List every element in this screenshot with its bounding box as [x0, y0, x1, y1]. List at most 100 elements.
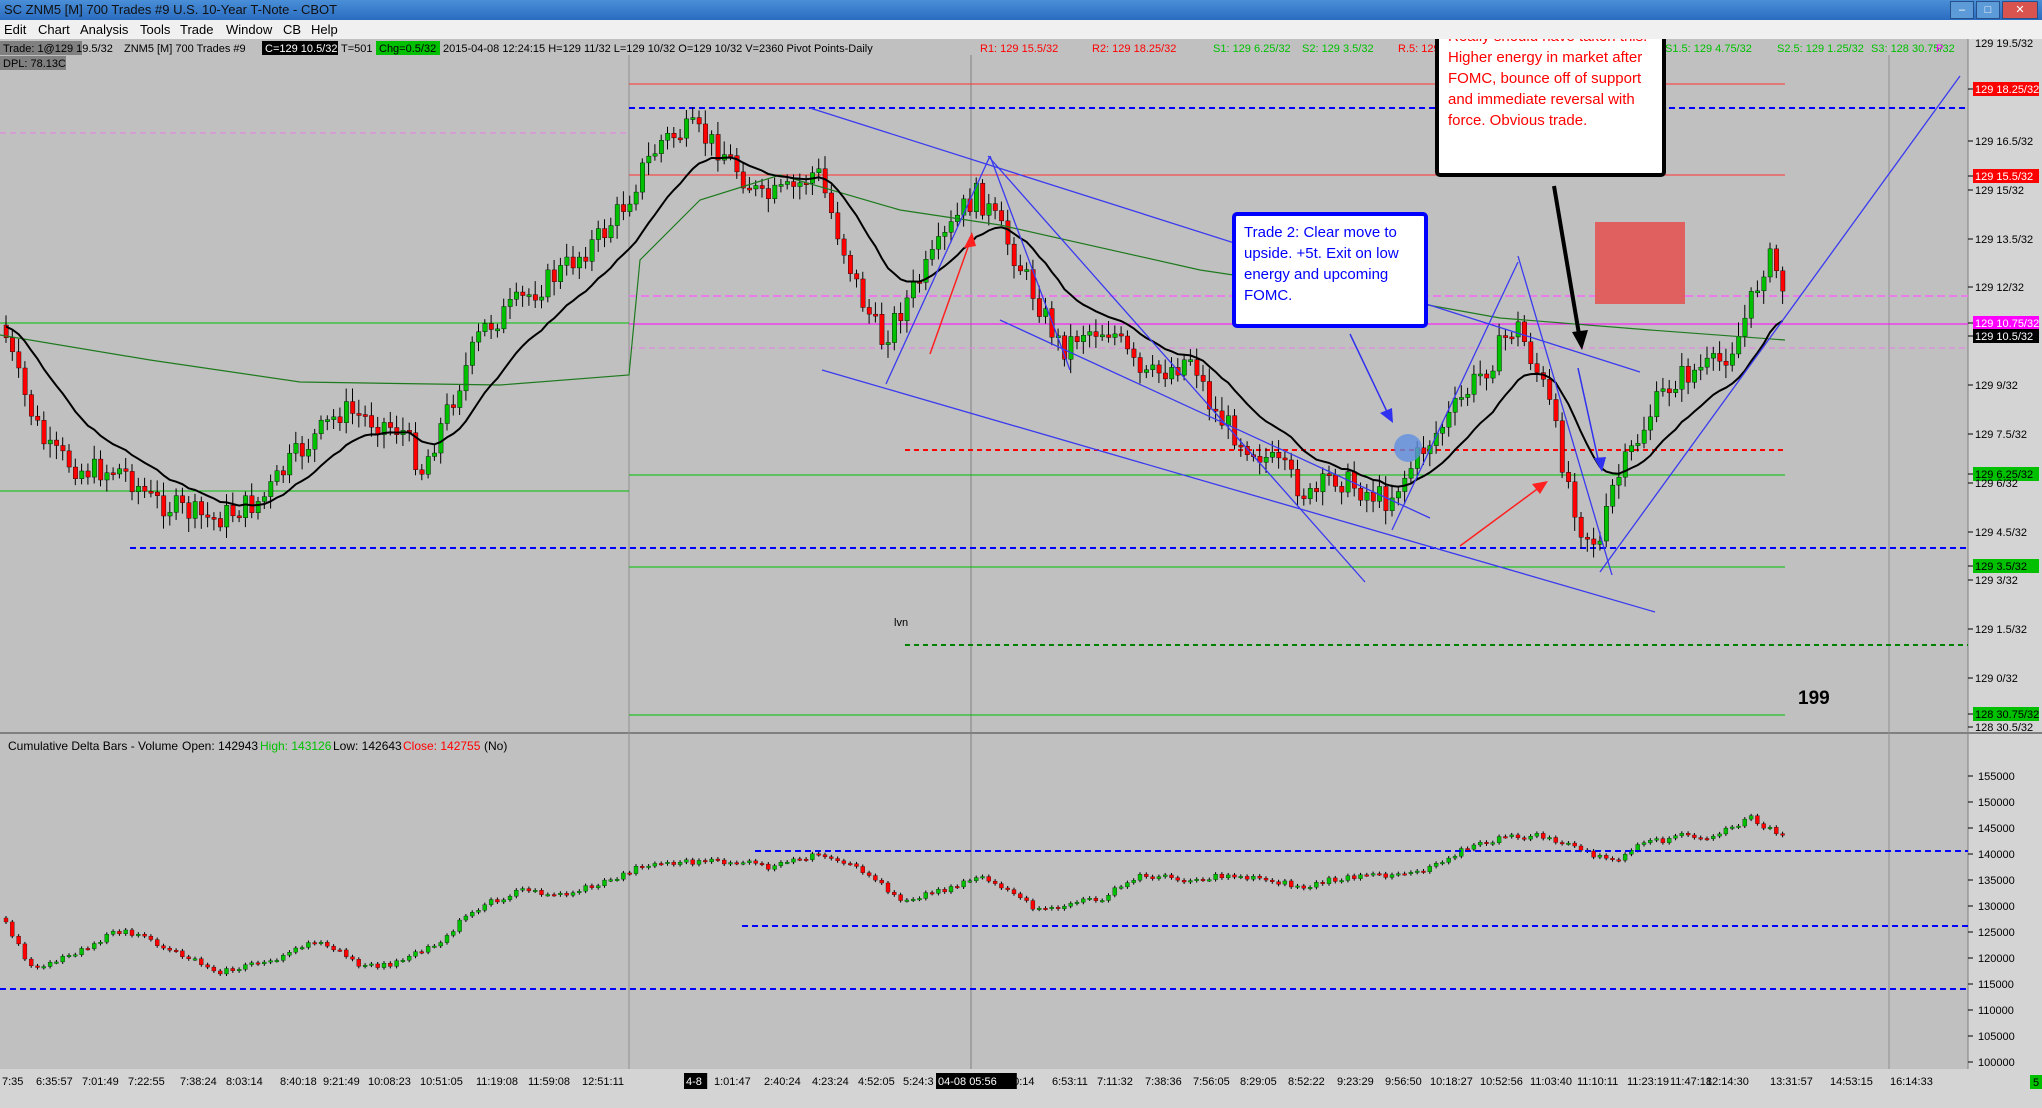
- candle-body: [451, 404, 456, 408]
- candle-body: [715, 134, 721, 161]
- candle-body: [1477, 373, 1483, 377]
- price-panel[interactable]: [0, 39, 1968, 732]
- time-axis: 7:35 6:35:57 7:01:49 7:22:55 7:38:24 8:03:14 8…: [2, 1073, 2042, 1089]
- candle-body: [778, 184, 784, 187]
- delta-bar: [627, 872, 632, 875]
- time-label: 04-08 05:56: [938, 1076, 997, 1088]
- time-left: T=501: [341, 43, 373, 55]
- candle-body: [1729, 353, 1735, 366]
- candle-body: [860, 278, 866, 308]
- candle-body: [1131, 348, 1137, 358]
- delta-bar: [299, 947, 305, 950]
- maximize-button[interactable]: □: [1976, 1, 2000, 19]
- delta-bar: [974, 877, 979, 881]
- delta-bar: [148, 935, 154, 940]
- time-label: 8:52:22: [1288, 1076, 1325, 1088]
- menu-analysis[interactable]: Analysis: [80, 22, 128, 37]
- delta-bar: [1654, 838, 1659, 841]
- menu-cb[interactable]: CB: [283, 22, 301, 37]
- delta-bar: [1541, 833, 1546, 839]
- minimize-button[interactable]: –: [1950, 1, 1974, 19]
- delta-bar: [873, 875, 878, 881]
- delta-bar: [1011, 889, 1017, 894]
- time-label: 8:40:18: [280, 1076, 317, 1088]
- candle-body: [255, 501, 261, 513]
- menu-window[interactable]: Window: [226, 22, 272, 37]
- menu-chart[interactable]: Chart: [38, 22, 70, 37]
- candle-body: [1181, 359, 1187, 376]
- candle-body: [797, 182, 803, 187]
- bar-count: 199: [1798, 688, 1830, 709]
- delta-bar: [470, 912, 475, 917]
- delta-bar: [205, 964, 210, 968]
- candle-body: [1099, 334, 1105, 338]
- delta-bar: [1169, 874, 1174, 878]
- time-label: 9:23:29: [1337, 1076, 1374, 1088]
- time-label: 12:51:11: [582, 1076, 624, 1088]
- candle-body: [488, 323, 494, 330]
- time-label: 10:08:23: [368, 1076, 411, 1088]
- candle-body: [482, 323, 488, 332]
- delta-bar: [1478, 842, 1483, 846]
- delta-bar: [1181, 880, 1187, 883]
- delta-bar: [866, 872, 872, 876]
- note-fomc[interactable]: Really should have taken this. Higher en…: [1435, 39, 1666, 177]
- candle-body: [1553, 399, 1559, 422]
- delta-bar: [180, 950, 185, 958]
- candle-body: [690, 117, 696, 120]
- menu-edit[interactable]: Edit: [4, 22, 26, 37]
- delta-bar: [1377, 873, 1382, 876]
- candle-body: [1036, 298, 1042, 317]
- candle-body: [98, 458, 104, 481]
- delta-bar: [1622, 854, 1628, 861]
- volume-panel[interactable]: [0, 734, 1968, 1068]
- delta-bar: [73, 954, 78, 957]
- candle-body: [1446, 412, 1452, 428]
- candle-body: [665, 132, 671, 141]
- delta-bar: [526, 888, 532, 892]
- delta-bar: [35, 965, 40, 968]
- menu-help[interactable]: Help: [311, 22, 338, 37]
- menu-tools[interactable]: Tools: [140, 22, 170, 37]
- close-button[interactable]: ✕: [2002, 1, 2038, 19]
- candle-body: [1263, 457, 1269, 463]
- candle-body: [551, 269, 557, 282]
- delta-bar: [1207, 879, 1212, 882]
- delta-bar: [1200, 879, 1206, 881]
- candle-body: [1648, 416, 1653, 431]
- delta-bar: [281, 955, 286, 961]
- delta-bar: [1566, 842, 1571, 845]
- candle-body: [1018, 265, 1023, 272]
- candle-body: [1603, 506, 1609, 542]
- candle-body: [898, 313, 904, 321]
- note-trade2[interactable]: Trade 2: Clear move to upside. +5t. Exit…: [1232, 212, 1428, 328]
- delta-bar: [1062, 906, 1067, 909]
- delta-bar: [955, 886, 960, 889]
- delta-bar: [848, 863, 853, 866]
- time-label: 10:51:05: [420, 1076, 463, 1088]
- chart-area[interactable]: Trade: 1@129 19.5/32 ZNM5 [M] 700 Trades…: [0, 39, 2042, 1108]
- candle-body: [526, 294, 532, 297]
- delta-bar: [961, 880, 966, 888]
- candle-body: [243, 495, 248, 518]
- candle-body: [608, 225, 614, 239]
- delta-bar: [1522, 837, 1527, 840]
- menu-trade[interactable]: Trade: [180, 22, 213, 37]
- delta-bar: [1118, 886, 1124, 889]
- candle-body: [986, 203, 992, 216]
- delta-bar: [79, 948, 84, 955]
- delta-bar: [1415, 870, 1420, 873]
- candle-body: [753, 185, 759, 190]
- candle-body: [1288, 459, 1294, 470]
- delta-bar: [948, 886, 954, 893]
- delta-bar: [1578, 845, 1584, 851]
- candle-body: [646, 155, 652, 164]
- candle-body: [980, 183, 986, 216]
- delta-bar: [1459, 848, 1464, 857]
- delta-bar: [1396, 873, 1401, 876]
- volume-tick-label: 150000: [1978, 797, 2015, 809]
- candle-body: [659, 140, 664, 154]
- delta-bar: [740, 862, 746, 865]
- delta-bar: [841, 860, 847, 864]
- candle-body: [1156, 364, 1162, 374]
